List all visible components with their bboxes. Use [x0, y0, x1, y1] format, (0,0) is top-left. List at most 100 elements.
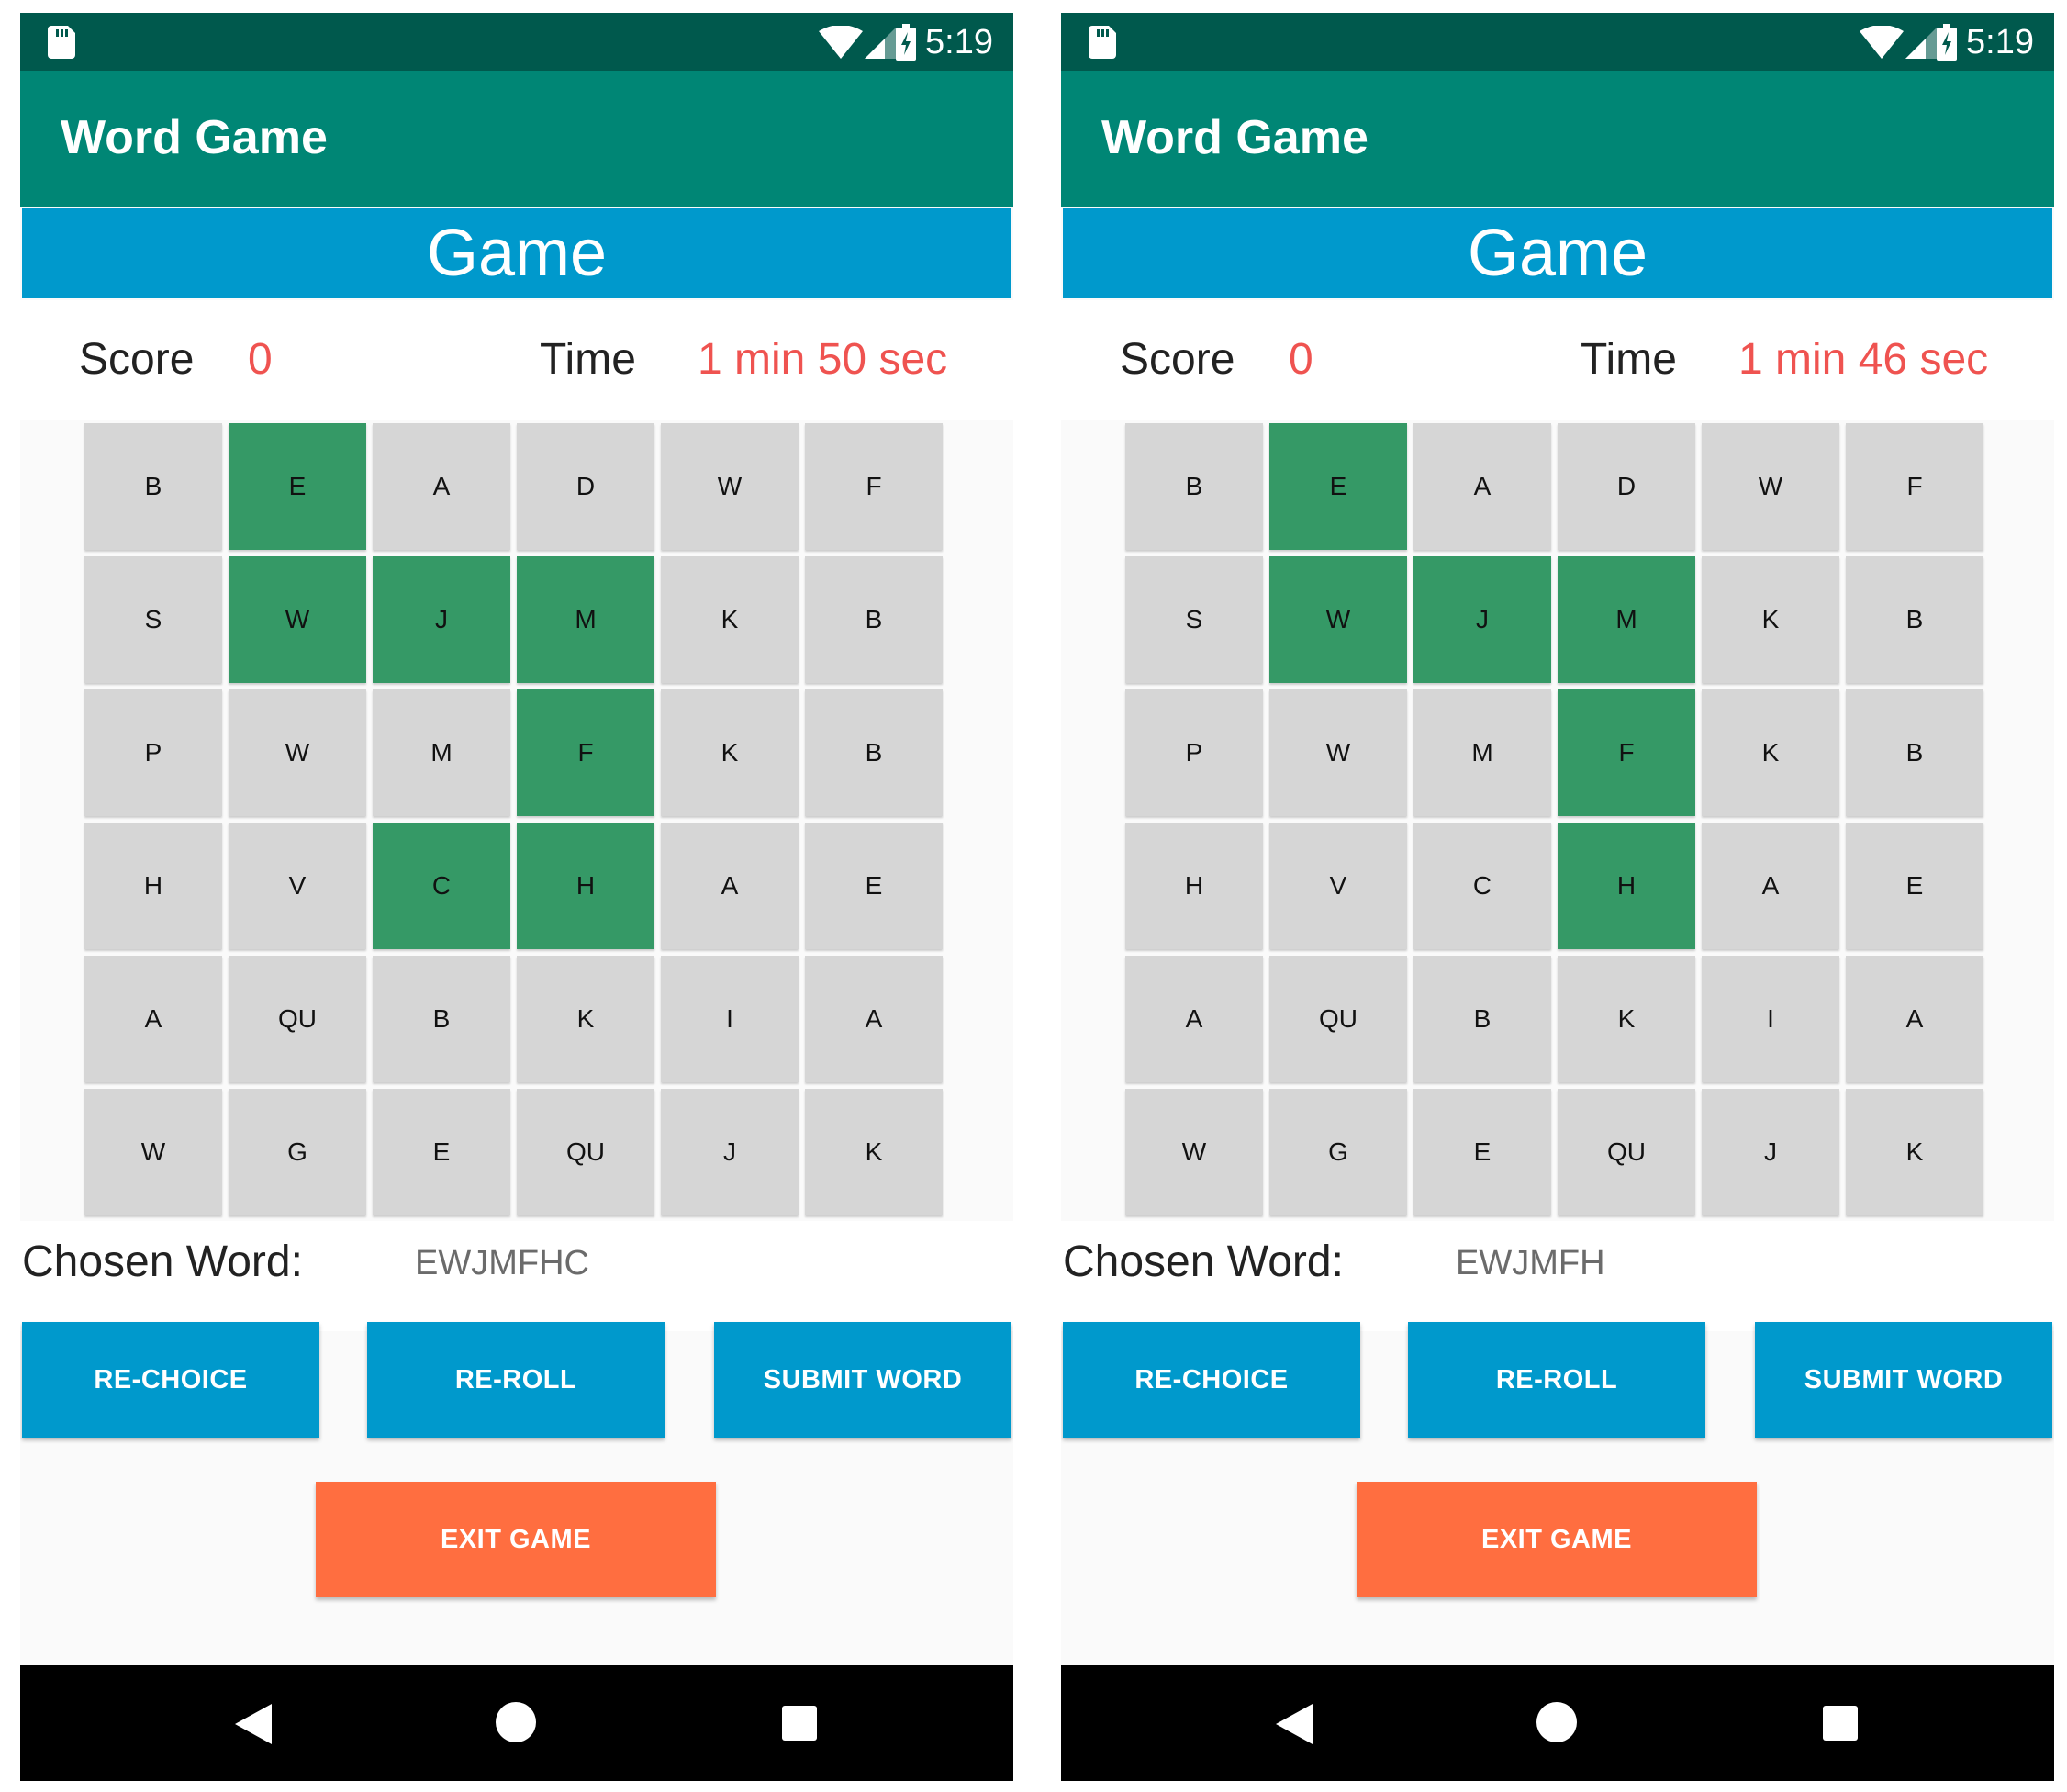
letter-cell[interactable]: C [1413, 823, 1551, 949]
letter-cell[interactable]: B [805, 556, 943, 683]
letter-cell[interactable]: K [661, 556, 799, 683]
exit-game-button[interactable]: EXIT GAME [1357, 1482, 1757, 1597]
letter-cell[interactable]: F [517, 689, 654, 816]
letter-cell[interactable]: A [1846, 956, 1983, 1082]
letter-cell[interactable]: H [84, 823, 222, 949]
letter-cell[interactable]: H [517, 823, 654, 949]
letter-cell[interactable]: K [1558, 956, 1695, 1082]
submit-word-button[interactable]: SUBMIT WORD [714, 1322, 1011, 1438]
letter-cell[interactable]: H [1558, 823, 1695, 949]
letter-cell[interactable]: B [1125, 423, 1263, 550]
letter-cell[interactable]: W [1269, 556, 1407, 683]
letter-cell[interactable]: M [1558, 556, 1695, 683]
letter-cell[interactable]: G [229, 1089, 366, 1215]
re-roll-button[interactable]: RE-ROLL [1408, 1322, 1705, 1438]
letter-cell[interactable]: M [517, 556, 654, 683]
letter-cell[interactable]: D [517, 423, 654, 550]
sd-card-icon [48, 26, 75, 59]
letter-cell[interactable]: B [84, 423, 222, 550]
letter-cell[interactable]: F [1558, 689, 1695, 816]
letter-cell[interactable]: I [661, 956, 799, 1082]
letter-cell[interactable]: M [373, 689, 510, 816]
game-header: Game [1063, 208, 2052, 298]
letter-cell[interactable]: B [805, 689, 943, 816]
letter-cell[interactable]: E [1269, 423, 1407, 550]
back-icon[interactable] [1276, 1704, 1313, 1744]
letter-cell[interactable]: A [373, 423, 510, 550]
letter-cell[interactable]: E [1846, 823, 1983, 949]
app-title: Word Game [1101, 111, 1369, 164]
letter-cell[interactable]: W [84, 1089, 222, 1215]
letter-cell[interactable]: F [1846, 423, 1983, 550]
status-bar: 5:19 [20, 13, 1013, 71]
letter-cell[interactable]: A [84, 956, 222, 1082]
submit-word-button[interactable]: SUBMIT WORD [1755, 1322, 2052, 1438]
letter-cell[interactable]: S [84, 556, 222, 683]
exit-game-button[interactable]: EXIT GAME [316, 1482, 716, 1597]
letter-cell[interactable]: E [805, 823, 943, 949]
letter-cell[interactable]: QU [1269, 956, 1407, 1082]
time-value: 1 min 46 sec [1738, 335, 1989, 384]
back-icon[interactable] [235, 1704, 272, 1744]
score-time-row: Score 0 Time 1 min 46 sec [1061, 300, 2054, 420]
status-clock: 5:19 [925, 23, 993, 62]
letter-cell[interactable]: V [1269, 823, 1407, 949]
letter-cell[interactable]: W [229, 689, 366, 816]
letter-cell[interactable]: V [229, 823, 366, 949]
letter-cell[interactable]: W [1269, 689, 1407, 816]
home-icon[interactable] [1536, 1702, 1577, 1742]
letter-cell[interactable]: P [1125, 689, 1263, 816]
letter-cell[interactable]: K [661, 689, 799, 816]
letter-cell[interactable]: S [1125, 556, 1263, 683]
score-label: Score [1120, 335, 1235, 384]
letter-cell[interactable]: I [1702, 956, 1839, 1082]
letter-cell[interactable]: W [229, 556, 366, 683]
letter-cell[interactable]: A [805, 956, 943, 1082]
time-value: 1 min 50 sec [698, 335, 948, 384]
letter-cell[interactable]: A [1413, 423, 1551, 550]
letter-cell[interactable]: A [1125, 956, 1263, 1082]
letter-cell[interactable]: J [661, 1089, 799, 1215]
letter-cell[interactable]: K [805, 1089, 943, 1215]
game-header: Game [22, 208, 1011, 298]
letter-cell[interactable]: W [1125, 1089, 1263, 1215]
letter-cell[interactable]: H [1125, 823, 1263, 949]
letter-cell[interactable]: QU [1558, 1089, 1695, 1215]
re-roll-button[interactable]: RE-ROLL [367, 1322, 665, 1438]
letter-cell[interactable]: A [661, 823, 799, 949]
letter-cell[interactable]: QU [517, 1089, 654, 1215]
letter-cell[interactable]: E [373, 1089, 510, 1215]
letter-cell[interactable]: QU [229, 956, 366, 1082]
letter-cell[interactable]: G [1269, 1089, 1407, 1215]
home-icon[interactable] [496, 1702, 536, 1742]
letter-cell[interactable]: P [84, 689, 222, 816]
signal-icon [1905, 28, 1937, 59]
letter-cell[interactable]: M [1413, 689, 1551, 816]
re-choice-button[interactable]: RE-CHOICE [1063, 1322, 1360, 1438]
letter-cell[interactable]: B [1846, 556, 1983, 683]
letter-cell[interactable]: K [1702, 689, 1839, 816]
letter-cell[interactable]: F [805, 423, 943, 550]
letter-cell[interactable]: B [1413, 956, 1551, 1082]
letter-cell[interactable]: D [1558, 423, 1695, 550]
letter-cell[interactable]: W [1702, 423, 1839, 550]
app-bar: Word Game [20, 71, 1013, 207]
recent-apps-icon[interactable] [782, 1706, 817, 1741]
letter-cell[interactable]: A [1702, 823, 1839, 949]
wifi-icon [1860, 26, 1904, 59]
letter-cell[interactable]: E [229, 423, 366, 550]
letter-cell[interactable]: B [373, 956, 510, 1082]
letter-cell[interactable]: J [1413, 556, 1551, 683]
letter-cell[interactable]: J [373, 556, 510, 683]
letter-cell[interactable]: K [1846, 1089, 1983, 1215]
letter-cell[interactable]: W [661, 423, 799, 550]
letter-cell[interactable]: J [1702, 1089, 1839, 1215]
letter-cell[interactable]: E [1413, 1089, 1551, 1215]
letter-cell[interactable]: C [373, 823, 510, 949]
recent-apps-icon[interactable] [1823, 1706, 1858, 1741]
sd-card-icon [1089, 26, 1116, 59]
letter-cell[interactable]: K [517, 956, 654, 1082]
letter-cell[interactable]: B [1846, 689, 1983, 816]
re-choice-button[interactable]: RE-CHOICE [22, 1322, 319, 1438]
letter-cell[interactable]: K [1702, 556, 1839, 683]
